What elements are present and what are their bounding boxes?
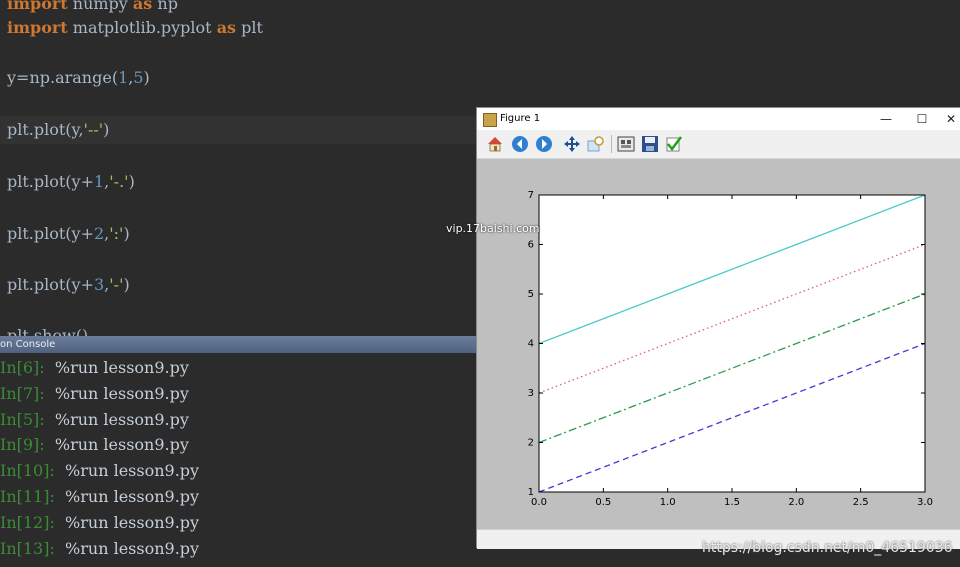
python-console[interactable]: In[6]: %run lesson9.py In[7]: %run lesson…	[0, 353, 476, 567]
code-token: 5	[133, 68, 144, 87]
console-entry: In[12]: %run lesson9.py	[0, 510, 199, 536]
window-title: Figure 1	[500, 113, 541, 124]
code-line[interactable]: y=np.arange(1,5)	[7, 64, 150, 92]
figure-window: Figure 1 — ☐ ✕ 0.0 0.5 1.0 1.5 2.0 2.5 3…	[476, 107, 960, 549]
code-token: plt.show()	[7, 326, 89, 336]
y-tick-label: 5	[528, 289, 534, 300]
close-button[interactable]: ✕	[941, 108, 960, 130]
code-token: plt.plot(y,	[7, 120, 84, 139]
code-token: 2	[93, 224, 105, 243]
figure-canvas[interactable]: 0.0 0.5 1.0 1.5 2.0 2.5 3.0 1 2 3 4 5 6 7	[477, 159, 960, 529]
code-line[interactable]: plt.show()	[7, 322, 88, 336]
code-token: plt	[236, 18, 263, 37]
save-icon[interactable]	[641, 135, 659, 153]
code-token: )	[123, 224, 130, 243]
configure-subplots-icon[interactable]	[617, 135, 635, 153]
x-tick-label: 2.5	[853, 497, 869, 508]
code-line[interactable]: plt.plot(y+1,'-.')	[7, 168, 135, 196]
y-tick-label: 4	[528, 339, 534, 350]
console-entry: In[10]: %run lesson9.py	[0, 458, 199, 484]
code-line[interactable]: import matplotlib.pyplot as plt	[7, 14, 263, 42]
x-tick-label: 3.0	[917, 497, 933, 508]
pan-icon[interactable]	[563, 135, 581, 153]
console-command: %run lesson9.py	[44, 383, 189, 403]
forward-arrow-icon[interactable]	[535, 135, 553, 153]
console-header-label: on Console	[0, 339, 56, 350]
code-token: )	[143, 68, 150, 87]
home-icon[interactable]	[486, 135, 504, 153]
code-line[interactable]: plt.plot(y+3,'-')	[7, 271, 130, 299]
x-tick-label: 0.0	[531, 497, 547, 508]
x-tick-label: 0.5	[595, 497, 611, 508]
code-token: 1	[118, 68, 129, 87]
app-icon	[483, 113, 497, 127]
y-tick-label: 3	[528, 388, 534, 399]
console-prompt: In[10]:	[0, 461, 55, 481]
console-prompt: In[7]:	[0, 383, 45, 403]
console-entry: In[7]: %run lesson9.py	[0, 381, 189, 407]
console-prompt: In[11]:	[0, 487, 55, 506]
code-token: numpy	[67, 0, 133, 13]
console-command: %run lesson9.py	[44, 358, 189, 377]
console-command: %run lesson9.py	[54, 487, 200, 506]
minimize-button[interactable]: —	[869, 108, 903, 130]
edit-checkmark-icon[interactable]	[665, 135, 683, 153]
code-token: )	[123, 275, 130, 294]
y-tick-label: 1	[528, 487, 534, 498]
figure-toolbar	[477, 130, 960, 159]
console-command: %run lesson9.py	[44, 409, 189, 429]
console-command: %run lesson9.py	[54, 461, 200, 481]
window-titlebar[interactable]: Figure 1 — ☐ ✕	[477, 108, 960, 130]
code-token: ':'	[109, 224, 124, 243]
console-command: %run lesson9.py	[54, 538, 200, 558]
console-prompt: In[5]:	[0, 409, 45, 429]
code-token: 1	[93, 172, 105, 191]
code-token: plt.plot(y+	[7, 224, 94, 243]
code-token: y=np.arange(	[7, 68, 119, 87]
console-entry: In[9]: %run lesson9.py	[0, 432, 189, 458]
console-command: %run lesson9.py	[54, 512, 200, 532]
console-prompt: In[13]:	[0, 538, 55, 558]
code-token: 3	[93, 275, 105, 294]
back-arrow-icon[interactable]	[511, 135, 529, 153]
x-tick-label: 1.5	[724, 497, 740, 508]
code-token: plt.plot(y+	[7, 275, 94, 294]
code-token: np	[152, 0, 178, 13]
y-tick-label: 6	[528, 240, 534, 251]
console-entry: In[6]: %run lesson9.py	[0, 355, 189, 381]
console-entry: In[5]: %run lesson9.py	[0, 407, 189, 433]
console-command: %run lesson9.py	[44, 435, 189, 455]
x-tick-label: 1.0	[660, 497, 676, 508]
code-token: import	[7, 18, 68, 37]
watermark-center: vip.17baishi.com	[446, 222, 540, 235]
console-prompt: In[9]:	[0, 435, 45, 455]
console-prompt: In[12]:	[0, 512, 55, 532]
code-token: plt.plot(y+	[7, 172, 94, 191]
console-entry: In[11]: %run lesson9.py	[0, 484, 199, 510]
code-token: matplotlib.pyplot	[67, 18, 217, 37]
watermark-corner: https://blog.csdn.net/m0_46519036	[702, 540, 953, 556]
code-token: import	[7, 0, 68, 13]
maximize-button[interactable]: ☐	[905, 108, 939, 130]
zoom-icon[interactable]	[587, 135, 605, 153]
code-line[interactable]: plt.plot(y,'--')	[0, 116, 483, 144]
y-tick-label: 7	[528, 190, 534, 201]
console-entry: In[13]: %run lesson9.py	[0, 536, 199, 562]
code-token: as	[216, 18, 237, 37]
code-token: )	[128, 172, 135, 191]
console-prompt: In[6]:	[0, 358, 45, 377]
code-token: as	[132, 0, 153, 13]
y-tick-label: 2	[528, 438, 534, 449]
line-chart: 0.0 0.5 1.0 1.5 2.0 2.5 3.0 1 2 3 4 5 6 7	[528, 190, 933, 508]
code-token: )	[103, 120, 110, 139]
code-token: '--'	[83, 120, 104, 139]
plot-area	[539, 195, 925, 492]
x-tick-label: 2.0	[788, 497, 804, 508]
code-token: '-.'	[109, 172, 129, 191]
console-header: on Console	[0, 336, 476, 353]
code-token: '-'	[109, 275, 124, 294]
toolbar-separator	[611, 135, 612, 153]
code-line[interactable]: plt.plot(y+2,':')	[7, 220, 130, 248]
